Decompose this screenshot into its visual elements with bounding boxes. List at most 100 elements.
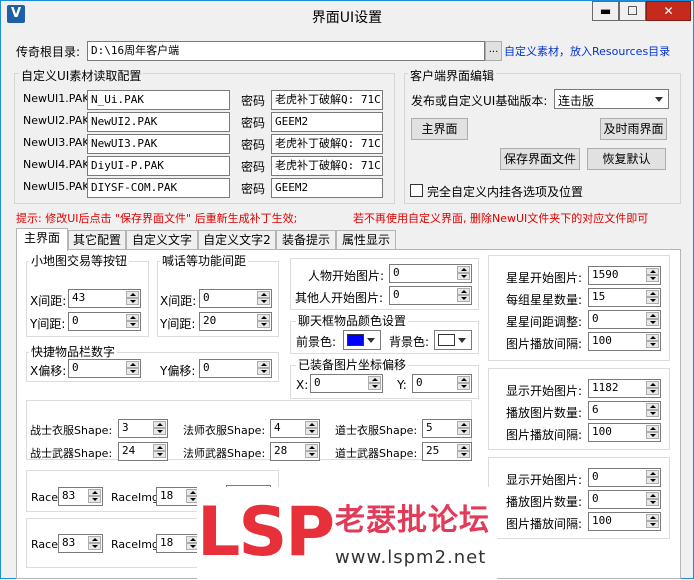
fg-color-select[interactable] — [343, 330, 381, 350]
spin-up-icon[interactable] — [646, 312, 659, 319]
save-ui-file-button[interactable]: 保存界面文件 — [500, 148, 580, 170]
shape-spin-arrows[interactable] — [305, 421, 318, 436]
shape-spin-arrows[interactable] — [305, 444, 318, 459]
show2-interval-spin[interactable]: 100 — [588, 512, 661, 531]
pak-password-input[interactable]: 老虎补丁破解Q: 71C — [271, 134, 383, 154]
spin-up-icon[interactable] — [126, 291, 139, 298]
pak-file-input[interactable]: DiyUI-P.PAK — [87, 156, 230, 176]
race-spin-arrows[interactable] — [88, 489, 101, 504]
minimap-y-spin-arrows[interactable] — [126, 314, 139, 329]
race-spin[interactable]: 83 — [58, 487, 103, 506]
pak-file-input[interactable]: NewUI2.PAK — [87, 112, 230, 132]
spin-down-icon[interactable] — [153, 451, 166, 458]
spin-down-icon[interactable] — [305, 428, 318, 435]
spin-down-icon[interactable] — [126, 368, 139, 375]
tab-equip-tip[interactable]: 装备提示 — [276, 230, 336, 250]
spin-up-icon[interactable] — [646, 334, 659, 341]
equip-y-spin[interactable]: 0 — [412, 374, 472, 393]
pak-password-input[interactable]: GEEM2 — [271, 112, 383, 132]
spin-up-icon[interactable] — [257, 291, 270, 298]
rain-ui-button[interactable]: 及时雨界面 — [600, 118, 667, 140]
spin-up-icon[interactable] — [646, 268, 659, 275]
shape-spin-arrows[interactable] — [457, 444, 470, 459]
pak-file-input[interactable]: NewUI3.PAK — [87, 134, 230, 154]
quick-y-spin[interactable]: 0 — [199, 359, 272, 378]
pak-file-input[interactable]: DIYSF-COM.PAK — [87, 178, 230, 198]
shape-spin[interactable]: 3 — [118, 419, 168, 438]
spin-down-icon[interactable] — [646, 388, 659, 395]
spin-down-icon[interactable] — [257, 298, 270, 305]
star-count-spin-arrows[interactable] — [646, 290, 659, 305]
spin-down-icon[interactable] — [126, 298, 139, 305]
raceimg-spin[interactable]: 18 — [156, 534, 201, 553]
race-spin[interactable]: 83 — [58, 534, 103, 553]
spin-up-icon[interactable] — [305, 444, 318, 451]
spin-down-icon[interactable] — [646, 521, 659, 528]
star-interval-spin[interactable]: 100 — [588, 332, 661, 351]
spin-up-icon[interactable] — [646, 492, 659, 499]
shape-spin-arrows[interactable] — [153, 444, 166, 459]
shape-spin[interactable]: 4 — [270, 419, 320, 438]
quick-x-spin-arrows[interactable] — [126, 361, 139, 376]
tab-other-config[interactable]: 其它配置 — [68, 230, 126, 250]
pak-file-input[interactable]: N_Ui.PAK — [87, 90, 230, 110]
spin-up-icon[interactable] — [646, 403, 659, 410]
chat-btn-x-spin-arrows[interactable] — [257, 291, 270, 306]
spin-up-icon[interactable] — [257, 314, 270, 321]
spin-down-icon[interactable] — [646, 341, 659, 348]
spin-down-icon[interactable] — [646, 410, 659, 417]
show1-count-spin[interactable]: 6 — [588, 401, 661, 420]
tab-custom-text-2[interactable]: 自定义文字2 — [198, 230, 276, 250]
main-ui-button[interactable]: 主界面 — [411, 118, 468, 140]
restore-default-button[interactable]: 恢复默认 — [587, 148, 666, 170]
close-button[interactable]: ✕ — [646, 1, 691, 21]
equip-y-spin-arrows[interactable] — [457, 376, 470, 391]
spin-down-icon[interactable] — [646, 297, 659, 304]
spin-down-icon[interactable] — [88, 496, 101, 503]
people-self-spin[interactable]: 0 — [389, 264, 472, 283]
race-spin-arrows[interactable] — [88, 536, 101, 551]
show2-count-spin-arrows[interactable] — [646, 492, 659, 507]
equip-x-spin[interactable]: 0 — [310, 374, 383, 393]
quick-y-spin-arrows[interactable] — [257, 361, 270, 376]
spin-up-icon[interactable] — [368, 376, 381, 383]
spin-down-icon[interactable] — [646, 499, 659, 506]
spin-up-icon[interactable] — [646, 514, 659, 521]
full-custom-checkbox[interactable] — [410, 184, 423, 197]
people-other-spin-arrows[interactable] — [457, 288, 470, 303]
spin-up-icon[interactable] — [305, 421, 318, 428]
show1-interval-spin-arrows[interactable] — [646, 425, 659, 440]
show1-start-spin-arrows[interactable] — [646, 381, 659, 396]
spin-up-icon[interactable] — [88, 536, 101, 543]
quick-x-spin[interactable]: 0 — [68, 359, 141, 378]
root-dir-input[interactable]: D:\16周年客户端 — [87, 41, 485, 61]
star-gap-spin-arrows[interactable] — [646, 312, 659, 327]
spin-down-icon[interactable] — [457, 273, 470, 280]
spin-up-icon[interactable] — [153, 421, 166, 428]
base-version-select[interactable]: 连击版 — [554, 89, 669, 109]
star-count-spin[interactable]: 15 — [588, 288, 661, 307]
show2-start-spin[interactable]: 0 — [588, 468, 661, 487]
raceimg-spin[interactable]: 18 — [156, 487, 201, 506]
minimize-button[interactable]: ▬ — [592, 1, 619, 21]
spin-down-icon[interactable] — [257, 321, 270, 328]
show2-start-spin-arrows[interactable] — [646, 470, 659, 485]
maximize-button[interactable]: ☐ — [619, 1, 646, 21]
shape-spin[interactable]: 24 — [118, 442, 168, 461]
show1-count-spin-arrows[interactable] — [646, 403, 659, 418]
show1-interval-spin[interactable]: 100 — [588, 423, 661, 442]
spin-down-icon[interactable] — [457, 428, 470, 435]
chat-btn-x-spin[interactable]: 0 — [199, 289, 272, 308]
chat-btn-y-spin[interactable]: 20 — [199, 312, 272, 331]
equip-x-spin-arrows[interactable] — [368, 376, 381, 391]
shape-spin-arrows[interactable] — [153, 421, 166, 436]
minimap-x-spin-arrows[interactable] — [126, 291, 139, 306]
spin-up-icon[interactable] — [457, 421, 470, 428]
spin-up-icon[interactable] — [646, 470, 659, 477]
star-start-spin-arrows[interactable] — [646, 268, 659, 283]
bg-color-select[interactable] — [434, 330, 472, 350]
spin-up-icon[interactable] — [257, 361, 270, 368]
pak-password-input[interactable]: 老虎补丁破解Q: 71C — [271, 90, 383, 110]
star-interval-spin-arrows[interactable] — [646, 334, 659, 349]
spin-down-icon[interactable] — [126, 321, 139, 328]
